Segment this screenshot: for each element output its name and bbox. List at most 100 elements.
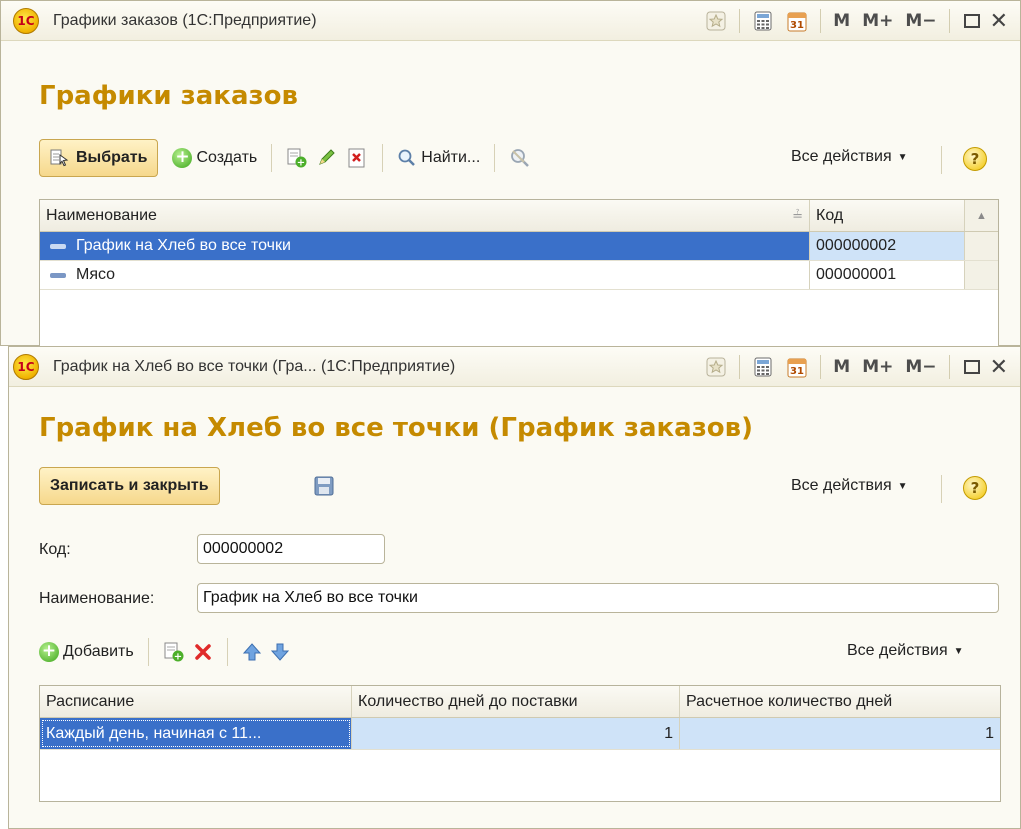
edit-pencil-icon[interactable] [312,141,342,175]
cancel-search-icon[interactable] [505,141,535,175]
column-header-days-to-delivery[interactable]: Количество дней до поставки [352,686,680,717]
memory-m-button[interactable]: M [833,11,850,31]
list-window: 1С Графики заказов (1С:Предприятие) 31 M… [0,0,1021,347]
add-button-label: Добавить [63,643,134,660]
1c-logo-icon: 1С [13,353,39,380]
copy-icon[interactable]: + [282,141,312,175]
list-window-titlebar[interactable]: 1С Графики заказов (1С:Предприятие) 31 M… [1,1,1020,41]
titlebar-separator [820,9,822,33]
table-cell-name: Мясо [40,261,810,289]
toolbar-separator [382,144,384,172]
maximize-button[interactable] [963,360,980,374]
table-cell-schedule[interactable]: Каждый день, начиная с 11... [40,718,352,749]
scrollbar-track[interactable] [965,261,998,289]
titlebar-separator [948,355,950,379]
name-label: Наименование: [39,590,155,607]
close-button[interactable]: ✕ [990,355,1008,380]
all-actions-label: Все действия [791,477,892,494]
schedule-toolbar: + Добавить + [39,632,294,672]
1c-logo-icon: 1С [13,7,39,34]
item-marker-icon [50,272,66,278]
page-title: Графики заказов [39,81,298,111]
code-field[interactable]: 000000002 [197,534,385,564]
name-field[interactable]: График на Хлеб во все точки [197,583,999,613]
calendar-icon[interactable]: 31 [786,10,808,32]
move-down-arrow-icon[interactable] [266,635,294,669]
svg-text:+: + [297,158,305,169]
calculator-icon[interactable] [752,10,774,32]
list-window-title: Графики заказов (1С:Предприятие) [53,11,317,29]
favorites-star-icon[interactable] [705,10,727,32]
table-row[interactable]: График на Хлеб во все точки 000000002 [40,232,998,261]
column-header-name[interactable]: Наименование ≟ [40,200,810,231]
calculator-icon[interactable] [752,356,774,378]
all-actions-label: Все действия [847,642,948,659]
svg-text:31: 31 [790,366,804,377]
table-cell-code: 000000001 [810,261,965,289]
plus-icon: + [172,148,193,168]
maximize-button[interactable] [963,14,980,28]
memory-m-minus-button[interactable]: M− [905,11,936,31]
close-button[interactable]: ✕ [990,9,1008,34]
toolbar-separator [147,638,149,666]
save-disk-icon[interactable] [313,475,335,497]
list-all-actions-menu[interactable]: Все действия ▼ [791,148,908,166]
create-button-label: Создать [196,149,258,166]
memory-m-minus-button[interactable]: M− [905,357,936,377]
list-toolbar: Выбрать + Создать + Найти... [39,138,535,178]
schedule-table: Расписание Количество дней до поставки Р… [39,685,1001,802]
save-and-close-button[interactable]: Записать и закрыть [39,467,220,505]
add-button[interactable]: + Добавить [39,635,138,669]
select-button[interactable]: Выбрать [39,139,159,177]
scrollbar-track[interactable] [965,232,998,260]
select-button-label: Выбрать [76,149,148,166]
svg-text:31: 31 [790,20,804,31]
table-row[interactable]: Мясо 000000001 [40,261,998,290]
table-all-actions-menu[interactable]: Все действия ▼ [847,642,964,660]
scroll-up-arrow-icon[interactable]: ▲ [965,200,998,231]
table-cell-days-to-delivery[interactable]: 1 [352,718,680,749]
delete-mark-icon[interactable] [342,141,372,175]
form-window-title: График на Хлеб во все точки (Гра... (1С:… [53,357,456,375]
toolbar-separator [494,144,496,172]
memory-m-plus-button[interactable]: M+ [862,357,893,377]
toolbar-separator [271,144,273,172]
form-all-actions-menu[interactable]: Все действия ▼ [791,477,908,495]
favorites-star-icon[interactable] [705,356,727,378]
column-header-code[interactable]: Код [810,200,965,231]
copy-icon[interactable]: + [159,635,189,669]
table-cell-name: График на Хлеб во все точки [40,232,810,260]
toolbar-separator [941,146,942,174]
list-table: Наименование ≟ Код ▲ График на Хлеб во в… [39,199,999,347]
table-row[interactable]: Каждый день, начиная с 11... 1 1 [40,718,1000,750]
calendar-icon[interactable]: 31 [786,356,808,378]
memory-m-button[interactable]: M [833,357,850,377]
memory-m-plus-button[interactable]: M+ [862,11,893,31]
all-actions-label: Все действия [791,148,892,165]
svg-text:+: + [174,652,182,663]
titlebar-separator [739,9,741,33]
code-label: Код: [39,541,71,558]
table-header: Расписание Количество дней до поставки Р… [40,686,1000,718]
page-title: График на Хлеб во все точки (График зака… [39,413,754,443]
find-button-label: Найти... [421,149,481,166]
help-icon[interactable]: ? [963,476,987,500]
form-window-titlebar[interactable]: 1С График на Хлеб во все точки (Гра... (… [9,347,1020,387]
column-header-calculated-days[interactable]: Расчетное количество дней [680,686,1000,717]
toolbar-separator [226,638,228,666]
column-header-label: Наименование [46,206,157,224]
create-button[interactable]: + Создать [168,141,261,175]
chevron-down-icon: ▼ [897,151,908,163]
column-header-schedule[interactable]: Расписание [40,686,352,717]
titlebar-separator [948,9,950,33]
move-up-arrow-icon[interactable] [238,635,266,669]
help-icon[interactable]: ? [963,147,987,171]
form-window: 1С График на Хлеб во все точки (Гра... (… [8,346,1021,829]
table-header: Наименование ≟ Код ▲ [40,200,998,232]
item-marker-icon [50,243,66,249]
table-cell-calculated-days[interactable]: 1 [680,718,1000,749]
column-header-label: Код [816,206,844,224]
titlebar-separator [820,355,822,379]
find-button[interactable]: Найти... [393,141,484,175]
delete-icon[interactable] [189,635,217,669]
